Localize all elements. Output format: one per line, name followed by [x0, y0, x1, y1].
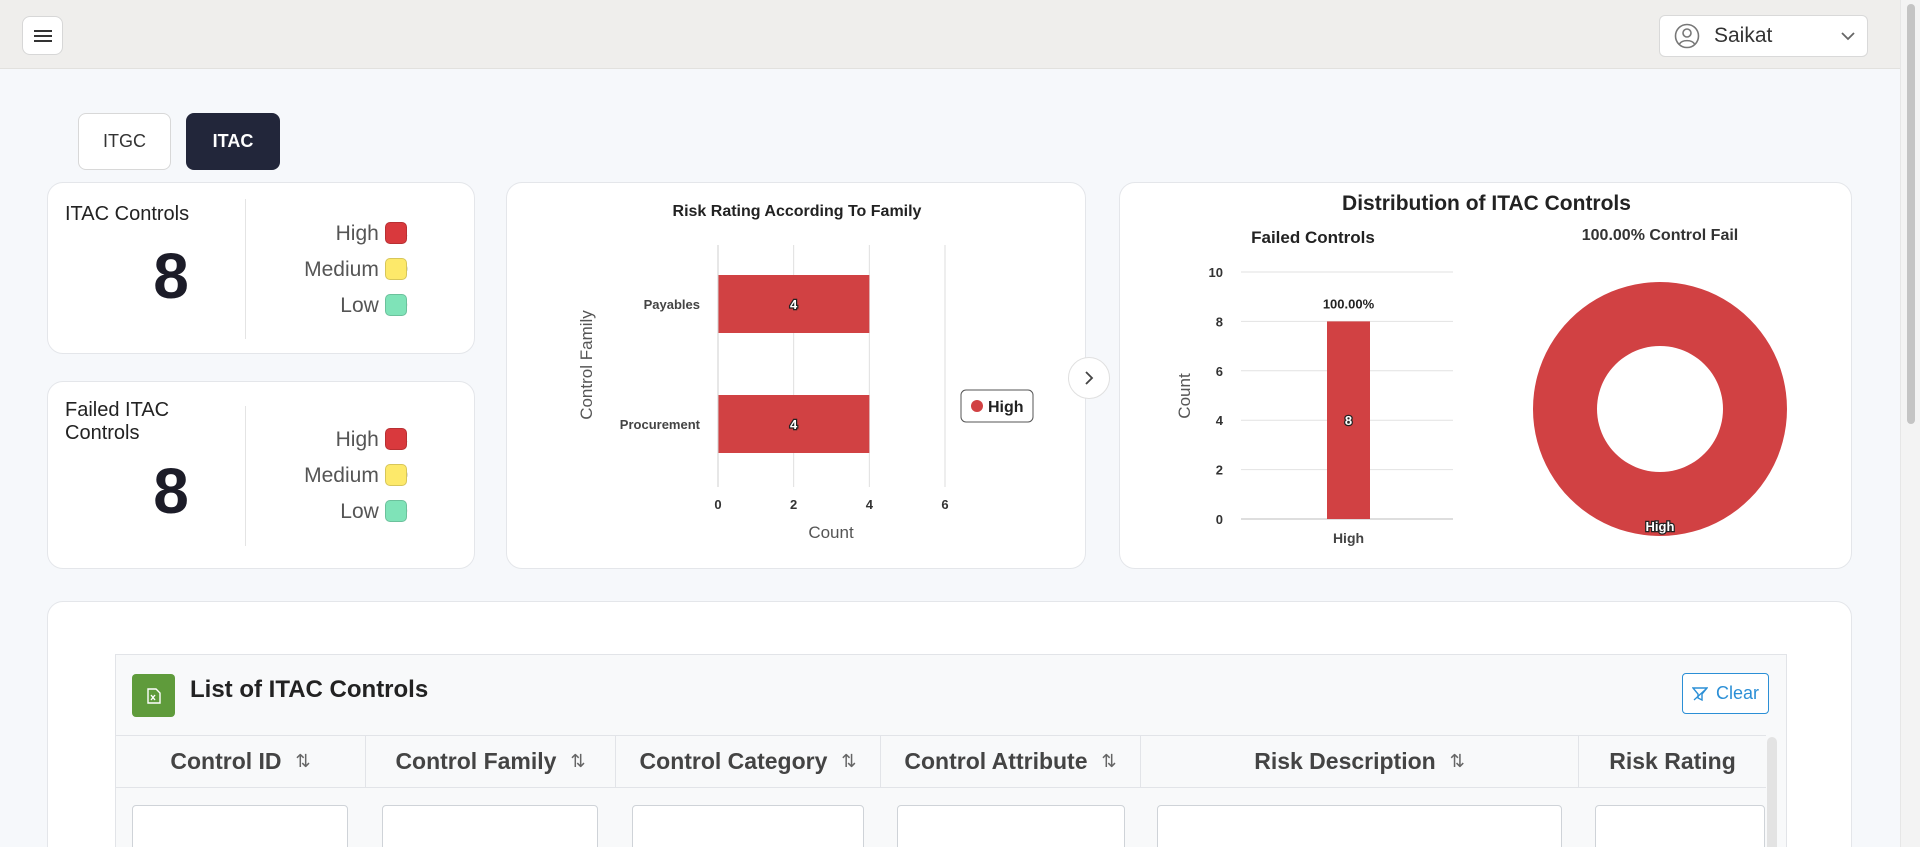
sort-icon[interactable]: ⇅	[841, 751, 856, 772]
y-tick-label: 4	[1216, 413, 1224, 428]
x-tick-label: 0	[714, 497, 721, 512]
chart-title: Failed Controls	[1251, 228, 1375, 247]
clear-filter-button[interactable]: Clear	[1682, 673, 1769, 714]
y-tick-label: 6	[1216, 364, 1223, 379]
chevron-down-icon	[1841, 31, 1855, 40]
legend-marker	[971, 400, 983, 412]
high-swatch	[385, 222, 407, 244]
y-tick-label: 2	[1216, 463, 1223, 478]
sort-icon[interactable]: ⇅	[296, 751, 311, 772]
data-label: 4	[790, 297, 798, 312]
card-count: 8	[153, 455, 189, 527]
next-chart-button[interactable]	[1068, 357, 1110, 399]
column-header-control-attribute[interactable]: Control Attribute ⇅	[881, 735, 1141, 788]
sort-icon[interactable]: ⇅	[1450, 751, 1465, 772]
chart-title: Risk Rating According To Family	[673, 203, 922, 220]
data-label: 4	[790, 417, 798, 432]
top-bar: Saikat	[0, 0, 1900, 69]
control-attribute-filter-input[interactable]	[897, 805, 1125, 847]
medium-swatch	[385, 258, 407, 280]
column-header-risk-description[interactable]: Risk Description ⇅	[1141, 735, 1579, 788]
sort-icon[interactable]: ⇅	[1102, 751, 1117, 772]
x-tick-label: 4	[866, 497, 874, 512]
x-tick-label: 6	[941, 497, 948, 512]
hamburger-icon	[33, 29, 52, 42]
control-family-filter-input[interactable]	[382, 805, 598, 847]
table-title: List of ITAC Controls	[190, 676, 429, 703]
filter-clear-icon	[1691, 686, 1708, 701]
low-swatch	[385, 294, 407, 316]
card-count: 8	[153, 240, 189, 312]
y-tick-label: Payables	[644, 297, 700, 312]
y-axis-label: Control Family	[577, 310, 596, 420]
high-swatch	[385, 428, 407, 450]
y-tick-label: 0	[1216, 512, 1223, 527]
y-tick-label: 10	[1209, 265, 1223, 280]
risk-description-filter-input[interactable]	[1157, 805, 1562, 847]
user-name: Saikat	[1714, 24, 1773, 47]
risk-rating-chart-card: Risk Rating According To Family 0 2 4 6 4 Paya…	[506, 182, 1086, 569]
risk-rating-filter-input[interactable]	[1595, 805, 1765, 847]
itac-controls-table: List of ITAC Controls Clear Control ID ⇅ …	[115, 654, 1787, 847]
clear-label: Clear	[1715, 683, 1759, 703]
table-scrollbar[interactable]	[1767, 737, 1777, 847]
pie-slice	[1532, 282, 1787, 536]
data-label: 8	[1345, 413, 1352, 428]
control-category-filter-input[interactable]	[632, 805, 864, 847]
column-header-control-id[interactable]: Control ID ⇅	[116, 735, 366, 788]
failed-controls-bar-chart: Failed Controls 0 2 4 6 8 10 8 100.00% High Count	[1175, 228, 1453, 546]
risk-rating-bar-chart: Risk Rating According To Family 0 2 4 6 4 Paya…	[577, 203, 1034, 542]
page-scrollbar[interactable]	[1900, 0, 1920, 847]
chart-title: 100.00% Control Fail	[1582, 227, 1739, 244]
card-title: Failed ITAC Controls	[65, 399, 170, 444]
medium-swatch	[385, 464, 407, 486]
control-id-filter-input[interactable]	[132, 805, 348, 847]
menu-button[interactable]	[22, 16, 63, 55]
chevron-right-icon	[1084, 371, 1093, 385]
y-tick-label: Procurement	[620, 417, 701, 432]
distribution-card: Distribution of ITAC Controls Failed Con…	[1119, 182, 1852, 569]
x-tick-label: 2	[790, 497, 797, 512]
sort-icon[interactable]: ⇅	[570, 751, 585, 772]
card-title: ITAC Controls	[65, 203, 190, 225]
low-swatch	[385, 500, 407, 522]
itac-controls-card: ITAC Controls 8 High : 8 Medium : 0 Low …	[47, 182, 475, 354]
y-tick-label: 8	[1216, 314, 1223, 329]
user-menu-button[interactable]: Saikat	[1659, 15, 1868, 57]
tab-itac[interactable]: ITAC	[186, 113, 280, 170]
user-avatar-icon	[1674, 23, 1700, 49]
failed-itac-controls-card: Failed ITAC Controls 8 High : 8 Medium :…	[47, 381, 475, 569]
bar-annotation: 100.00%	[1323, 296, 1375, 311]
slice-label: High	[1646, 519, 1675, 534]
y-axis-label: Count	[1175, 373, 1194, 419]
x-tick-label: High	[1333, 530, 1364, 546]
x-axis-label: Count	[808, 523, 854, 542]
legend-label: High	[988, 399, 1024, 416]
tab-itgc[interactable]: ITGC	[78, 113, 171, 170]
column-header-risk-rating[interactable]: Risk Rating	[1579, 735, 1766, 788]
excel-export-icon[interactable]	[132, 674, 175, 717]
column-header-control-category[interactable]: Control Category ⇅	[616, 735, 881, 788]
table-header-bar: List of ITAC Controls Clear	[116, 655, 1786, 734]
control-fail-donut-chart: 100.00% Control Fail High	[1532, 227, 1787, 536]
column-header-control-family[interactable]: Control Family ⇅	[366, 735, 616, 788]
